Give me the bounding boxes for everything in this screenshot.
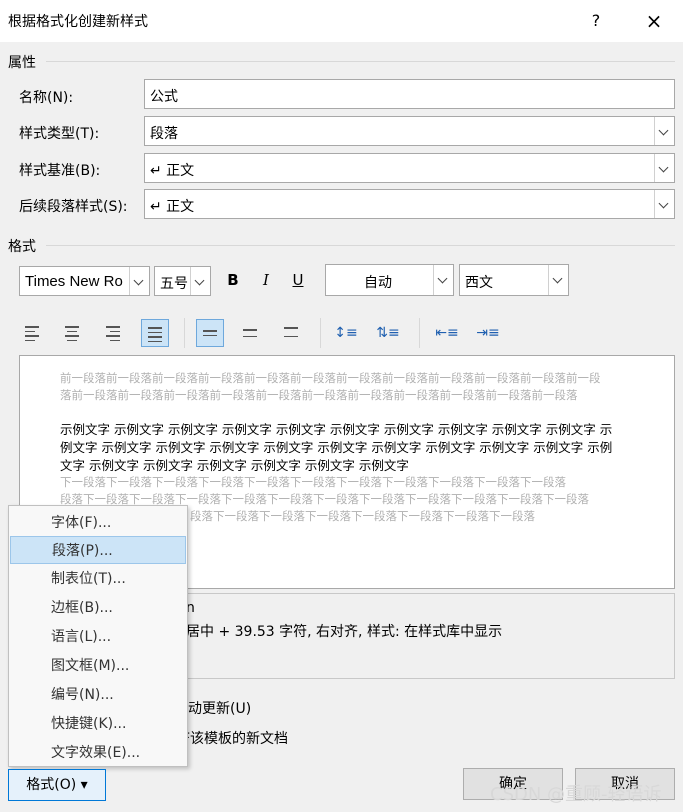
align-center-button[interactable] [59, 319, 87, 347]
next-style-dropdown[interactable]: ↵ 正文 [144, 189, 675, 219]
description-line-2: 居中 + 39.53 字符, 右对齐, 样式: 在样式库中显示 [186, 624, 503, 640]
justify-button[interactable] [141, 319, 169, 347]
font-color-value: 自动 [364, 275, 392, 291]
chevron-down-icon[interactable] [654, 117, 674, 145]
help-button[interactable]: ? [576, 6, 616, 36]
double-spacing-icon [284, 327, 300, 340]
single-spacing-button[interactable] [196, 319, 224, 347]
previous-paragraph-text: 前一段落前一段落前一段落前一段落前一段落前一段落前一段落前一段落前一段落前一段落… [60, 371, 601, 402]
menu-item-language[interactable]: 语言(L)... [10, 623, 186, 651]
bold-button[interactable]: B [221, 268, 245, 292]
increase-spacing-icon: ↕≡ [334, 325, 358, 341]
onehalf-spacing-icon [243, 329, 259, 340]
font-color-dropdown[interactable]: 自动 [325, 264, 454, 296]
sample-text: 示例文字 示例文字 示例文字 示例文字 示例文字 示例文字 示例文字 示例文字 … [60, 422, 613, 473]
menu-item-numbering[interactable]: 编号(N)... [10, 681, 186, 709]
chevron-down-icon[interactable] [548, 265, 568, 295]
format-section-label: 格式 [8, 239, 36, 255]
increase-spacing-button[interactable]: ↕≡ [332, 319, 360, 347]
single-spacing-icon [203, 330, 219, 339]
italic-button[interactable]: I [254, 268, 278, 292]
menu-item-font[interactable]: 字体(F)... [10, 509, 186, 537]
menu-item-tabs[interactable]: 制表位(T)... [10, 565, 186, 593]
decrease-indent-button[interactable]: ⇤≡ [433, 319, 461, 347]
decrease-indent-icon: ⇤≡ [435, 325, 459, 341]
align-center-icon [65, 326, 81, 344]
decrease-spacing-button[interactable]: ⇅≡ [374, 319, 402, 347]
increase-indent-button[interactable]: ⇥≡ [474, 319, 502, 347]
dialog-title: 根据格式化创建新样式 [8, 14, 148, 30]
style-type-label: 样式类型(T): [19, 126, 100, 142]
font-dropdown[interactable]: Times New Ro [19, 266, 150, 296]
double-spacing-button[interactable] [278, 319, 306, 347]
auto-update-checkbox-label[interactable]: 动更新(U) [188, 698, 251, 718]
chevron-down-icon[interactable] [433, 265, 453, 295]
increase-indent-icon: ⇥≡ [476, 325, 500, 341]
based-on-value: ↵ 正文 [150, 163, 195, 179]
font-size-dropdown[interactable]: 五号 [154, 266, 211, 296]
menu-item-border[interactable]: 边框(B)... [10, 594, 186, 622]
format-menu-button[interactable]: 格式(O) ▾ [8, 769, 106, 801]
format-menu: 字体(F)... 段落(P)... 制表位(T)... 边框(B)... 语言(… [8, 505, 188, 767]
toolbar-separator [320, 318, 321, 348]
menu-item-frame[interactable]: 图文框(M)... [10, 652, 186, 680]
onehalf-spacing-button[interactable] [237, 319, 265, 347]
next-paragraph-line-1: 下一段落下一段落下一段落下一段落下一段落下一段落下一段落下一段落下一段落下一段落… [60, 475, 566, 489]
toolbar-separator [419, 318, 420, 348]
style-type-value: 段落 [150, 126, 178, 142]
align-right-icon [106, 326, 122, 344]
chevron-down-icon[interactable] [190, 267, 210, 295]
name-value: 公式 [150, 89, 178, 105]
watermark: CSDN @重顾-轻语诉 [490, 784, 662, 805]
properties-divider [46, 61, 675, 62]
underline-button[interactable]: U [286, 268, 310, 292]
close-button[interactable]: × [634, 6, 674, 36]
align-left-button[interactable] [19, 319, 47, 347]
align-right-button[interactable] [100, 319, 128, 347]
script-dropdown[interactable]: 西文 [459, 264, 569, 296]
based-on-dropdown[interactable]: ↵ 正文 [144, 153, 675, 183]
based-on-label: 样式基准(B): [19, 163, 101, 179]
menu-item-shortcut-key[interactable]: 快捷键(K)... [10, 710, 186, 738]
align-left-icon [25, 326, 41, 344]
script-value: 西文 [465, 275, 493, 291]
menu-item-text-effects[interactable]: 文字效果(E)... [10, 739, 186, 767]
toolbar-separator [184, 318, 185, 348]
menu-item-paragraph[interactable]: 段落(P)... [10, 536, 186, 564]
next-paragraph-line-3: 段落下一段落下一段落下一段落下一段落下一段落下一段落下一段落 [190, 509, 535, 523]
font-size-value: 五号 [160, 276, 188, 292]
chevron-down-icon[interactable] [654, 154, 674, 182]
next-style-label: 后续段落样式(S): [19, 199, 128, 215]
chevron-down-icon[interactable] [129, 267, 149, 295]
decrease-spacing-icon: ⇅≡ [376, 325, 400, 341]
name-field[interactable]: 公式 [144, 79, 675, 109]
justify-icon [148, 327, 164, 345]
next-style-value: ↵ 正文 [150, 199, 195, 215]
title-bar: 根据格式化创建新样式 ? × [0, 0, 683, 42]
chevron-down-icon[interactable] [654, 190, 674, 218]
properties-section-label: 属性 [8, 55, 36, 71]
name-label: 名称(N): [19, 90, 74, 106]
font-value: Times New Ro [25, 273, 123, 290]
style-type-dropdown[interactable]: 段落 [144, 116, 675, 146]
template-checkbox-label[interactable]: F该模板的新文档 [182, 728, 288, 748]
format-divider [46, 245, 675, 246]
